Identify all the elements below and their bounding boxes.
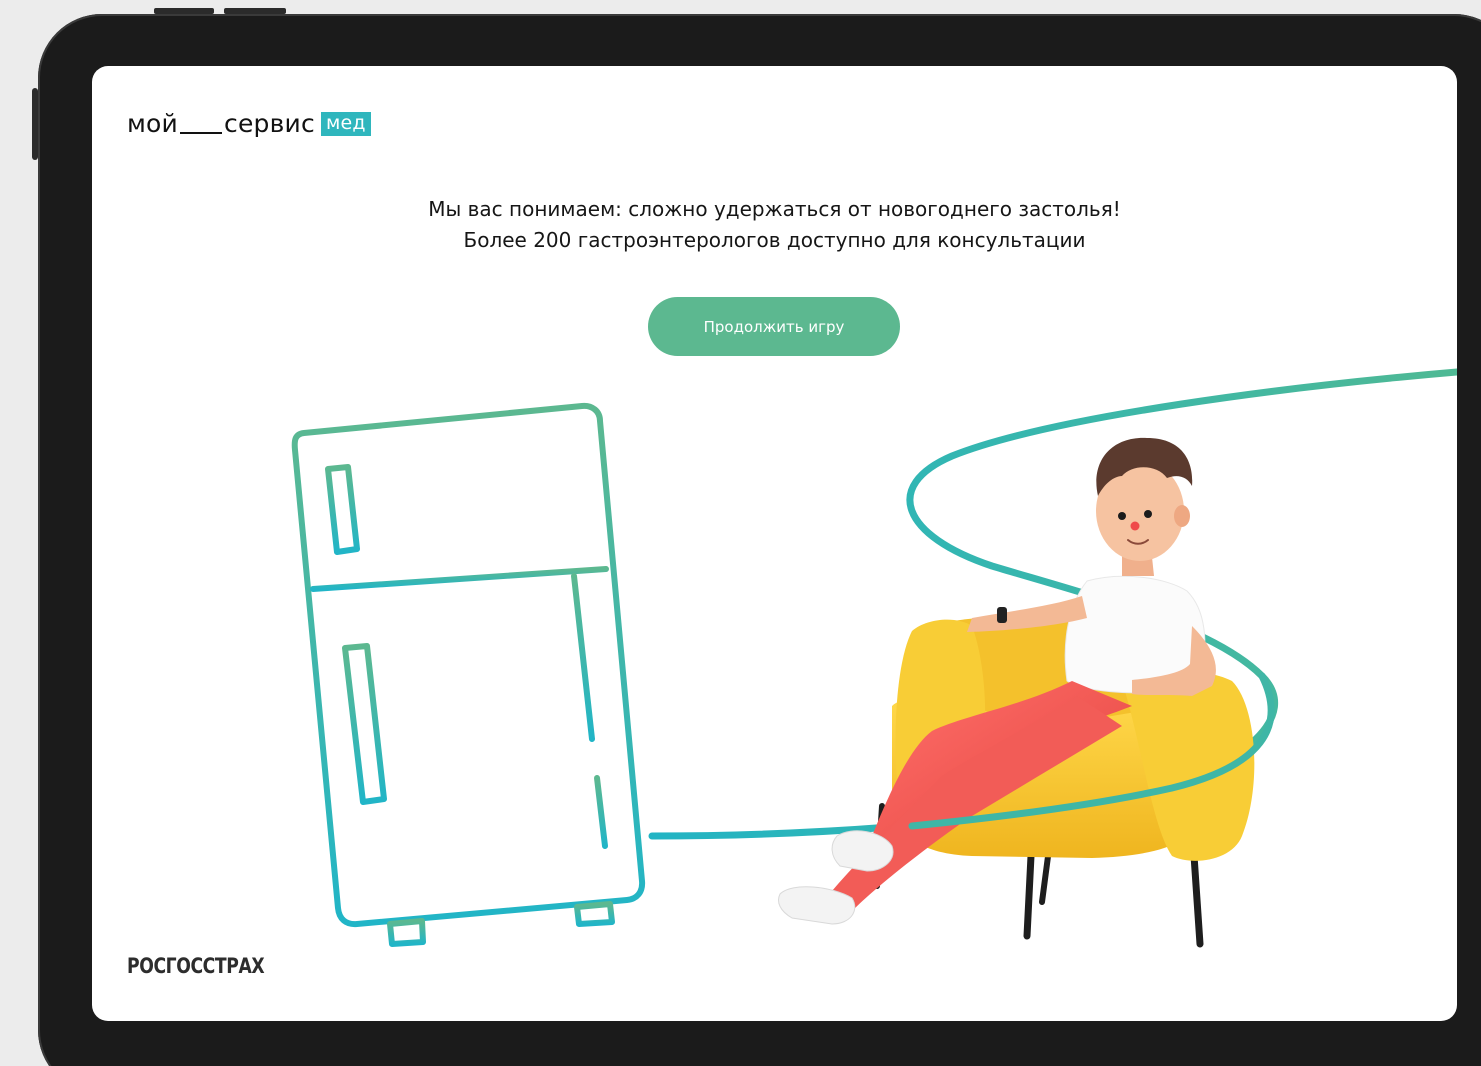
fridge-icon [291,402,646,947]
message-line-2: Более 200 гастроэнтерологов доступно для… [463,228,1086,252]
continue-game-button[interactable]: Продолжить игру [648,297,900,356]
logo-text-part1: мой [127,109,179,138]
message-text: Мы вас понимаем: сложно удержаться от но… [92,194,1457,256]
logo-badge: мед [320,111,371,136]
person-in-armchair-illustration [778,437,1255,948]
logo: мой сервис мед [127,109,371,138]
brand-logo: РОСГОССТРАХ [127,954,265,978]
page: мой сервис мед Мы вас понимаем: сложно у… [0,0,1481,1066]
logo-separator [180,131,223,134]
message-line-1: Мы вас понимаем: сложно удержаться от но… [428,197,1121,221]
tablet-screen: мой сервис мед Мы вас понимаем: сложно у… [92,66,1457,1021]
logo-text-part2: сервис [224,109,315,138]
